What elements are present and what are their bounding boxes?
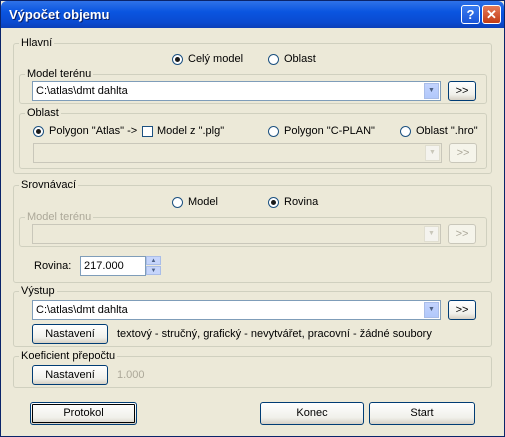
dropdown-arrow-icon[interactable]: ▼ — [424, 226, 439, 242]
group-srovnavaci: Srovnávací Model Rovina Model terénu ▼ >… — [13, 179, 492, 283]
vystup-browse-button[interactable]: >> — [448, 300, 476, 320]
dropdown-arrow-icon[interactable]: ▼ — [424, 83, 439, 99]
close-button[interactable]: ✕ — [482, 5, 501, 24]
oblast-combo[interactable]: ▼ — [33, 143, 442, 163]
rovina-spinner[interactable]: ▲ ▼ — [146, 256, 161, 276]
dropdown-arrow-icon[interactable]: ▼ — [425, 145, 440, 161]
koeficient-settings-button[interactable]: Nastavení — [32, 365, 108, 385]
radio-model-label[interactable]: Model — [188, 196, 218, 208]
konec-button[interactable]: Konec — [260, 402, 364, 425]
radio-polygon-atlas[interactable] — [33, 126, 44, 137]
vystup-value: C:\atlas\dmt dahlta — [36, 304, 128, 316]
group-oblast: Oblast Polygon "Atlas" -> Model z ".plg"… — [19, 107, 487, 169]
dropdown-arrow-icon[interactable]: ▼ — [424, 302, 439, 318]
check-model-plg-label[interactable]: Model z ".plg" — [157, 125, 224, 137]
check-model-plg[interactable] — [142, 126, 153, 137]
group-vystup-legend: Výstup — [19, 285, 57, 297]
radio-oblast[interactable] — [268, 54, 279, 65]
group-model-terenu-legend: Model terénu — [25, 68, 94, 80]
group-koeficient-legend: Koeficient přepočtu — [19, 350, 118, 362]
window-title: Výpočet objemu — [9, 7, 110, 22]
model-terenu-browse-button[interactable]: >> — [448, 81, 476, 101]
group-hlavni-legend: Hlavní — [19, 37, 55, 49]
group-srovnavaci-legend: Srovnávací — [19, 179, 79, 191]
radio-oblast-hro-label[interactable]: Oblast ".hro" — [416, 125, 478, 137]
rovina-label: Rovina: — [34, 260, 72, 272]
dialog-window: Výpočet objemu ? ✕ Hlavní Celý model Obl… — [0, 0, 505, 437]
radio-rovina-label[interactable]: Rovina — [284, 196, 318, 208]
radio-model[interactable] — [172, 197, 183, 208]
title-bar[interactable]: Výpočet objemu ? ✕ — [1, 1, 504, 28]
radio-cely-model[interactable] — [172, 54, 183, 65]
group-oblast-legend: Oblast — [25, 107, 61, 119]
group-koeficient: Koeficient přepočtu Nastavení 1.000 — [13, 350, 492, 388]
vystup-settings-summary: textový - stručný, grafický - nevytvářet… — [117, 328, 432, 340]
radio-polygon-cplan-label[interactable]: Polygon "C-PLAN" — [284, 125, 375, 137]
spin-up-icon[interactable]: ▲ — [146, 256, 161, 265]
radio-cely-model-label[interactable]: Celý model — [188, 53, 243, 65]
group-hlavni: Hlavní Celý model Oblast Model terénu C:… — [13, 37, 492, 174]
model-terenu-combo[interactable]: C:\atlas\dmt dahlta ▼ — [32, 81, 441, 101]
radio-oblast-label[interactable]: Oblast — [284, 53, 316, 65]
protokol-button[interactable]: Protokol — [30, 402, 137, 425]
vystup-combo[interactable]: C:\atlas\dmt dahlta ▼ — [32, 300, 441, 320]
radio-polygon-cplan[interactable] — [268, 126, 279, 137]
group-srovnavaci-model-terenu-legend: Model terénu — [25, 211, 94, 223]
radio-polygon-atlas-label[interactable]: Polygon "Atlas" -> — [49, 125, 137, 137]
radio-rovina[interactable] — [268, 197, 279, 208]
radio-oblast-hro[interactable] — [400, 126, 411, 137]
spin-down-icon[interactable]: ▼ — [146, 266, 161, 275]
srovnavaci-browse-button[interactable]: >> — [448, 224, 476, 244]
srovnavaci-model-combo[interactable]: ▼ — [32, 224, 441, 244]
group-vystup: Výstup C:\atlas\dmt dahlta ▼ >> Nastaven… — [13, 285, 492, 347]
start-button[interactable]: Start — [369, 402, 475, 425]
model-terenu-value: C:\atlas\dmt dahlta — [36, 85, 128, 97]
vystup-settings-button[interactable]: Nastavení — [32, 324, 108, 344]
help-button[interactable]: ? — [461, 5, 480, 24]
oblast-browse-button[interactable]: >> — [449, 143, 477, 163]
koeficient-value: 1.000 — [117, 369, 145, 381]
rovina-input[interactable]: 217.000 — [80, 256, 146, 276]
